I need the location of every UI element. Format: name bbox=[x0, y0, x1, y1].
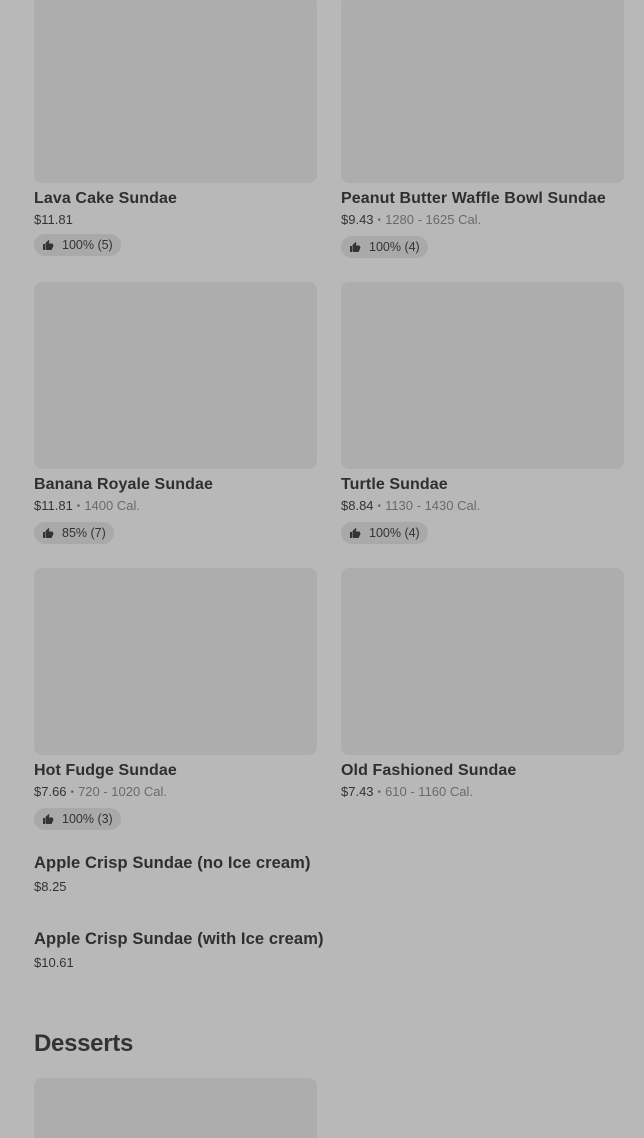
item-meta: $10.61 bbox=[34, 955, 324, 971]
item-price: $11.81 bbox=[34, 212, 73, 227]
item-calories: 1400 Cal. bbox=[84, 498, 140, 513]
item-image[interactable] bbox=[341, 568, 624, 755]
menu-item-card[interactable]: Banana Royale Sundae $11.81 • 1400 Cal. 85… bbox=[34, 282, 317, 544]
item-meta: $11.81 • 1400 Cal. bbox=[34, 498, 317, 516]
item-meta: $8.84 • 1130 - 1430 Cal. bbox=[341, 498, 624, 516]
rating-text: 100% (4) bbox=[369, 240, 420, 254]
rating-text: 85% (7) bbox=[62, 526, 106, 540]
rating-text: 100% (3) bbox=[62, 812, 113, 826]
item-price: $11.81 bbox=[34, 498, 73, 513]
rating-text: 100% (4) bbox=[369, 526, 420, 540]
item-calories: 720 - 1020 Cal. bbox=[78, 784, 167, 799]
thumbs-up-icon bbox=[350, 242, 361, 252]
item-meta: $8.25 bbox=[34, 879, 311, 895]
item-meta: $11.81 bbox=[34, 212, 317, 228]
item-price: $8.25 bbox=[34, 879, 67, 894]
thumbs-up-icon bbox=[43, 528, 54, 538]
menu-item-row[interactable]: Apple Crisp Sundae (no Ice cream) $8.25 bbox=[34, 853, 311, 895]
item-image[interactable] bbox=[34, 1078, 317, 1138]
rating-badge: 100% (5) bbox=[34, 234, 121, 256]
item-price: $9.43 bbox=[341, 212, 374, 227]
menu-item-card[interactable]: Old Fashioned Sundae $7.43 • 610 - 1160 Ca… bbox=[341, 568, 624, 802]
rating-badge: 85% (7) bbox=[34, 522, 114, 544]
rating-badge: 100% (4) bbox=[341, 236, 428, 258]
item-meta: $7.43 • 610 - 1160 Cal. bbox=[341, 784, 624, 802]
item-name: Banana Royale Sundae bbox=[34, 476, 213, 493]
item-name: Turtle Sundae bbox=[341, 476, 448, 493]
item-name: Lava Cake Sundae bbox=[34, 190, 177, 207]
menu-item-card[interactable]: Lava Cake Sundae $11.81 100% (5) bbox=[34, 0, 317, 256]
thumbs-up-icon bbox=[43, 240, 54, 250]
item-meta: $9.43 • 1280 - 1625 Cal. bbox=[341, 212, 624, 230]
item-image[interactable] bbox=[34, 0, 317, 183]
item-name: Old Fashioned Sundae bbox=[341, 762, 517, 779]
item-calories: 1130 - 1430 Cal. bbox=[385, 498, 481, 513]
item-image[interactable] bbox=[341, 0, 624, 183]
item-price: $10.61 bbox=[34, 955, 74, 970]
separator-dot: • bbox=[76, 501, 81, 512]
item-meta: $7.66 • 720 - 1020 Cal. bbox=[34, 784, 317, 802]
item-image[interactable] bbox=[341, 282, 624, 469]
rating-badge: 100% (3) bbox=[34, 808, 121, 830]
thumbs-up-icon bbox=[350, 528, 361, 538]
menu-item-card[interactable]: Turtle Sundae $8.84 • 1130 - 1430 Cal. 100… bbox=[341, 282, 624, 544]
thumbs-up-icon bbox=[43, 814, 54, 824]
item-price: $8.84 bbox=[341, 498, 374, 513]
separator-dot: • bbox=[377, 215, 382, 226]
menu-item-card[interactable]: Hot Fudge Sundae $7.66 • 720 - 1020 Cal. 1… bbox=[34, 568, 317, 830]
item-price: $7.66 bbox=[34, 784, 67, 799]
item-name: Hot Fudge Sundae bbox=[34, 762, 177, 779]
separator-dot: • bbox=[377, 501, 382, 512]
separator-dot: • bbox=[70, 787, 75, 798]
item-name: Apple Crisp Sundae (with Ice cream) bbox=[34, 930, 324, 948]
separator-dot: • bbox=[377, 787, 382, 798]
rating-text: 100% (5) bbox=[62, 238, 113, 252]
item-calories: 610 - 1160 Cal. bbox=[385, 784, 473, 799]
item-name: Peanut Butter Waffle Bowl Sundae bbox=[341, 190, 606, 207]
menu-item-row[interactable]: Apple Crisp Sundae (with Ice cream) $10.… bbox=[34, 929, 324, 971]
item-name: Apple Crisp Sundae (no Ice cream) bbox=[34, 854, 311, 872]
rating-badge: 100% (4) bbox=[341, 522, 428, 544]
item-price: $7.43 bbox=[341, 784, 374, 799]
item-image[interactable] bbox=[34, 282, 317, 469]
menu-item-card[interactable]: Peanut Butter Waffle Bowl Sundae $9.43 • 1… bbox=[341, 0, 624, 258]
section-title-desserts: Desserts bbox=[34, 1030, 134, 1057]
item-calories: 1280 - 1625 Cal. bbox=[385, 212, 482, 227]
item-image[interactable] bbox=[34, 568, 317, 755]
